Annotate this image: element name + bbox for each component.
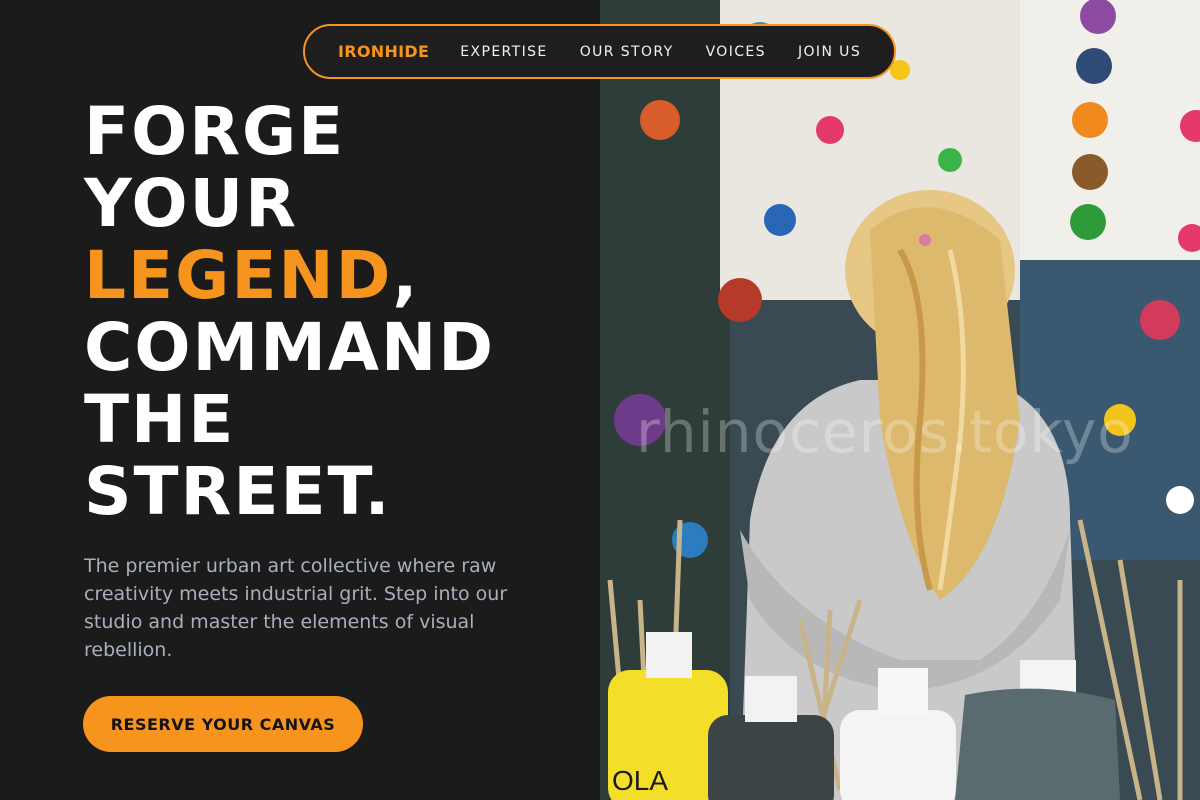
hero-left-panel: FORGE YOUR LEGEND, COMMAND THE STREET. T… [0,0,600,800]
nav-link-join-us[interactable]: JOIN US [798,44,861,60]
main-nav: IRONHIDE EXPERTISE OUR STORY VOICES JOIN… [303,24,896,79]
headline-line-2: YOUR [84,165,298,242]
hero-headline: FORGE YOUR LEGEND, COMMAND THE STREET. [84,96,495,528]
headline-line-6: STREET. [84,453,392,530]
headline-accent-word: LEGEND [84,237,393,314]
hero-subtext: The premier urban art collective where r… [84,555,508,661]
hero-photo: OLA rhinoceros.tokyo [600,0,1200,800]
headline-line-4: COMMAND [84,309,495,386]
brand-logo-text[interactable]: IRONHIDE [338,42,429,61]
nav-link-our-story[interactable]: OUR STORY [580,44,674,60]
headline-comma: , [392,237,420,314]
headline-line-1: FORGE [84,93,346,170]
reserve-canvas-button[interactable]: RESERVE YOUR CANVAS [83,696,363,752]
watermark-text: rhinoceros.tokyo [636,398,1134,466]
bottle-label: OLA [612,765,668,796]
nav-link-expertise[interactable]: EXPERTISE [460,44,547,60]
nav-link-voices[interactable]: VOICES [706,44,766,60]
headline-line-5: THE [84,381,236,458]
